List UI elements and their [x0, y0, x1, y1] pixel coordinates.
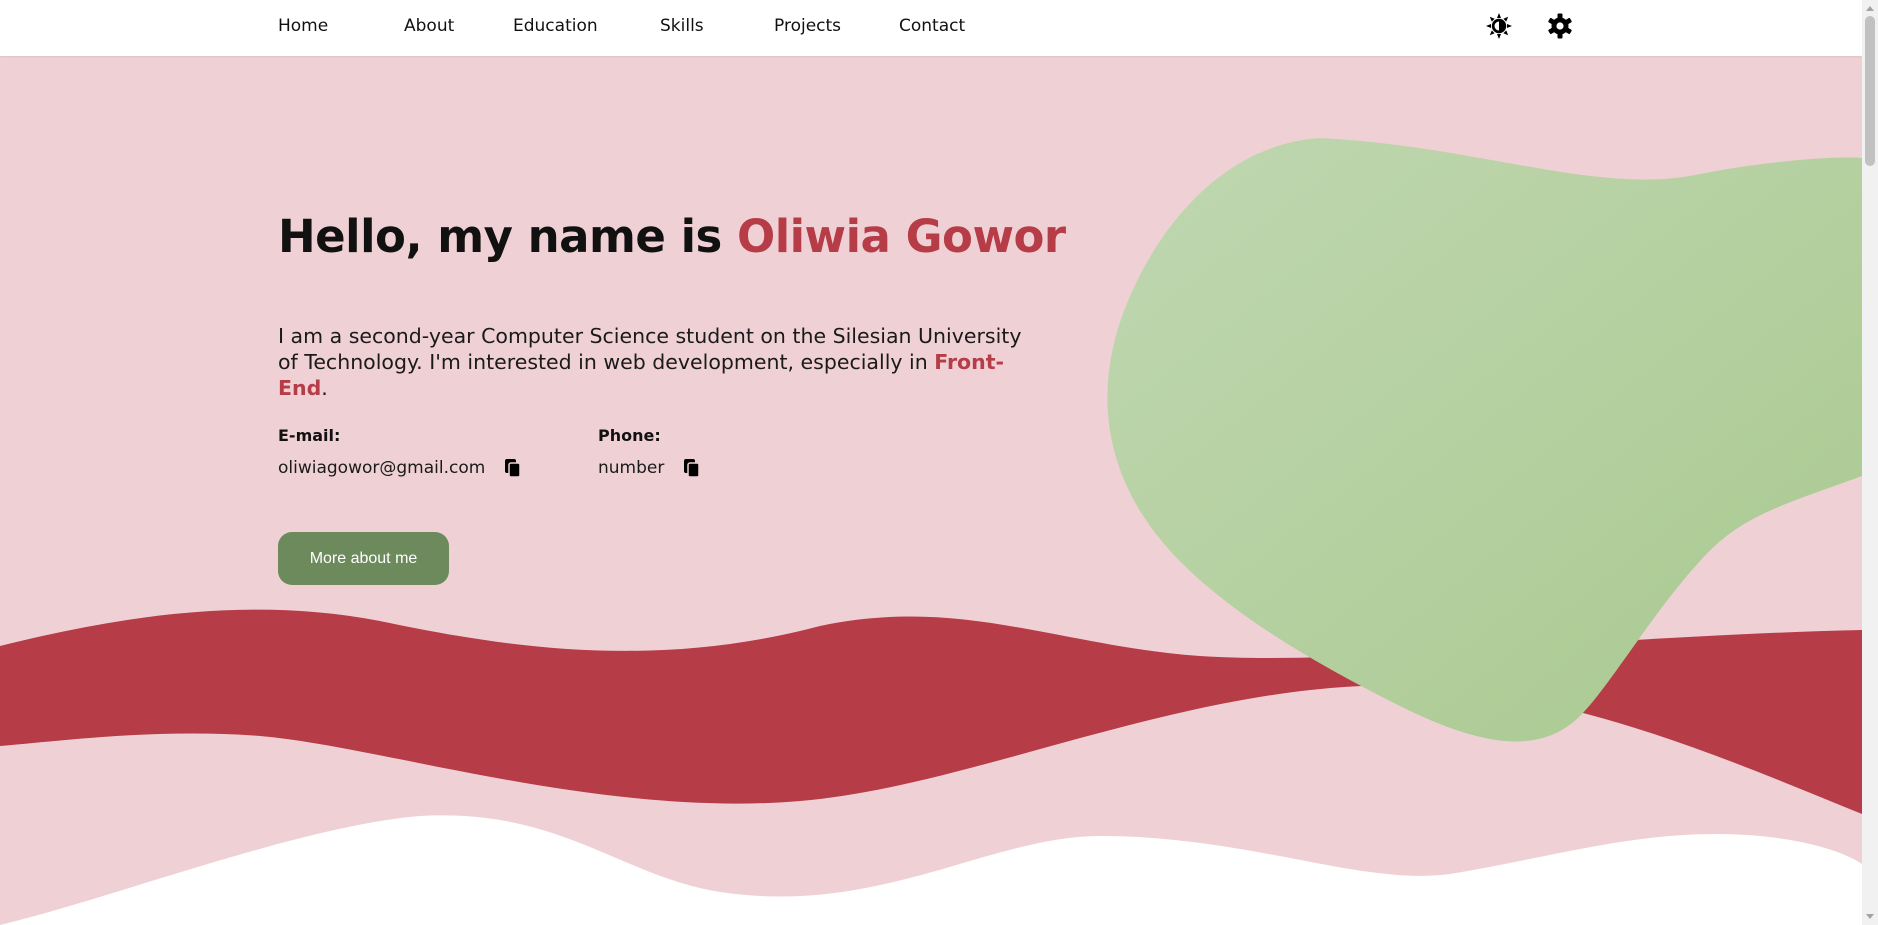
hero-desc-main: I am a second-year Computer Science stud… — [278, 324, 1022, 374]
hero-desc-end: . — [321, 376, 328, 400]
nav-education[interactable]: Education — [513, 0, 598, 52]
nav-about[interactable]: About — [404, 0, 454, 52]
phone-row: number — [598, 457, 702, 479]
phone-value: number — [598, 458, 665, 478]
nav-projects[interactable]: Projects — [774, 0, 841, 52]
scroll-down-arrow-icon[interactable] — [1866, 914, 1874, 919]
phone-block: Phone: number — [598, 426, 702, 479]
hero-title: Hello, my name is Oliwia Gowor — [278, 210, 1066, 263]
hero-title-prefix: Hello, my name is — [278, 210, 737, 263]
email-block: E-mail: oliwiagowor@gmail.com — [278, 426, 523, 479]
more-about-me-button[interactable]: More about me — [278, 532, 449, 585]
scrollbar-thumb[interactable] — [1865, 16, 1875, 166]
hero-description: I am a second-year Computer Science stud… — [278, 323, 1038, 401]
email-row: oliwiagowor@gmail.com — [278, 457, 523, 479]
scroll-up-arrow-icon[interactable] — [1866, 6, 1874, 11]
nav-contact[interactable]: Contact — [899, 0, 965, 52]
email-label: E-mail: — [278, 426, 341, 445]
theme-toggle-icon[interactable] — [1485, 12, 1513, 40]
hero-section: Hello, my name is Oliwia Gowor I am a se… — [0, 0, 1862, 925]
top-navbar: Home About Education Skills Projects Con… — [0, 0, 1862, 56]
hero-title-name: Oliwia Gowor — [736, 210, 1066, 263]
copy-email-icon[interactable] — [503, 457, 523, 479]
vertical-scrollbar[interactable] — [1862, 0, 1878, 925]
email-value: oliwiagowor@gmail.com — [278, 458, 486, 478]
nav-skills[interactable]: Skills — [660, 0, 704, 52]
copy-phone-icon[interactable] — [682, 457, 702, 479]
nav-home[interactable]: Home — [278, 0, 328, 52]
phone-label: Phone: — [598, 426, 661, 445]
settings-gear-icon[interactable] — [1546, 12, 1574, 40]
